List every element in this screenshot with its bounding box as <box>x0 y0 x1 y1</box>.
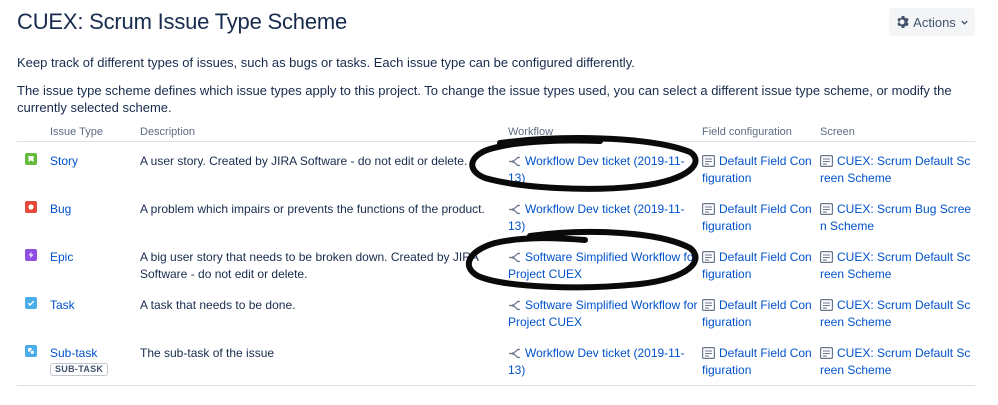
screen-scheme-link[interactable]: CUEX: Scrum Default Screen Scheme <box>820 153 972 187</box>
screen-icon <box>820 299 833 311</box>
issue-type-link[interactable]: Task <box>50 297 75 314</box>
field-configuration-link[interactable]: Default Field Configuration <box>702 297 814 331</box>
screen-scheme-link[interactable]: CUEX: Scrum Default Screen Scheme <box>820 249 972 283</box>
field-configuration-link[interactable]: Default Field Configuration <box>702 201 814 235</box>
screen-scheme-link[interactable]: CUEX: Scrum Bug Screen Scheme <box>820 201 972 235</box>
issue-type-description: A task that needs to be done. <box>140 298 296 312</box>
field-config-icon <box>702 203 715 215</box>
screen-icon <box>820 155 833 167</box>
workflow-icon <box>509 204 520 215</box>
issue-type-link[interactable]: Epic <box>50 249 73 266</box>
actions-label: Actions <box>913 14 956 30</box>
field-configuration-link[interactable]: Default Field Configuration <box>702 153 814 187</box>
gear-icon <box>897 16 909 28</box>
story-icon <box>25 153 37 165</box>
issue-type-description: The sub-task of the issue <box>140 346 275 360</box>
issue-type-link[interactable]: Story <box>50 153 78 170</box>
bug-icon <box>25 201 37 213</box>
table-row: Epic A big user story that needs to be b… <box>0 246 998 294</box>
workflow-link[interactable]: Software Simplified Workflow for Project… <box>508 249 698 283</box>
workflow-icon <box>509 300 520 311</box>
screen-icon <box>820 347 833 359</box>
actions-button[interactable]: Actions <box>889 8 975 36</box>
workflow-link[interactable]: Software Simplified Workflow for Project… <box>508 297 698 331</box>
screen-icon <box>820 203 833 215</box>
field-configuration-link[interactable]: Default Field Configuration <box>702 345 814 379</box>
screen-icon <box>820 251 833 263</box>
task-icon <box>25 297 37 309</box>
subtask-icon <box>25 345 37 357</box>
workflow-link[interactable]: Workflow Dev ticket (2019-11-13) <box>508 345 698 379</box>
screen-scheme-link[interactable]: CUEX: Scrum Default Screen Scheme <box>820 297 972 331</box>
field-config-icon <box>702 347 715 359</box>
workflow-icon <box>509 252 520 263</box>
issue-type-link[interactable]: Sub-task <box>50 345 97 362</box>
workflow-icon <box>509 156 520 167</box>
table-row: Task A task that needs to be done. Softw… <box>0 294 998 342</box>
field-config-icon <box>702 299 715 311</box>
table-header-divider <box>17 141 975 142</box>
table-row: Bug A problem which impairs or prevents … <box>0 198 998 246</box>
field-config-icon <box>702 155 715 167</box>
field-configuration-link[interactable]: Default Field Configuration <box>702 249 814 283</box>
chevron-down-icon <box>961 20 968 25</box>
workflow-link[interactable]: Workflow Dev ticket (2019-11-13) <box>508 201 698 235</box>
table-row: Story A user story. Created by JIRA Soft… <box>0 150 998 198</box>
header-description: Description <box>140 126 196 138</box>
table-row: Sub-task SUB-TASK The sub-task of the is… <box>0 342 998 390</box>
table-bottom-divider <box>17 385 975 386</box>
page-title: CUEX: Scrum Issue Type Scheme <box>17 9 348 34</box>
header-workflow: Workflow <box>508 126 554 138</box>
epic-icon <box>25 249 37 261</box>
header-field-configuration: Field configuration <box>702 126 792 138</box>
header-issue-type: Issue Type <box>50 126 103 138</box>
scheme-description: The issue type scheme defines which issu… <box>17 83 952 115</box>
workflow-link[interactable]: Workflow Dev ticket (2019-11-13) <box>508 153 698 187</box>
workflow-icon <box>509 348 520 359</box>
issue-type-description: A user story. Created by JIRA Software -… <box>140 154 468 168</box>
issue-type-link[interactable]: Bug <box>50 201 71 218</box>
issue-type-description: A problem which impairs or prevents the … <box>140 202 485 216</box>
intro-text: Keep track of different types of issues,… <box>17 55 635 70</box>
header-screen: Screen <box>820 126 855 138</box>
subtask-badge: SUB-TASK <box>50 363 109 376</box>
field-config-icon <box>702 251 715 263</box>
issue-type-description: A big user story that needs to be broken… <box>140 250 479 281</box>
screen-scheme-link[interactable]: CUEX: Scrum Default Screen Scheme <box>820 345 972 379</box>
